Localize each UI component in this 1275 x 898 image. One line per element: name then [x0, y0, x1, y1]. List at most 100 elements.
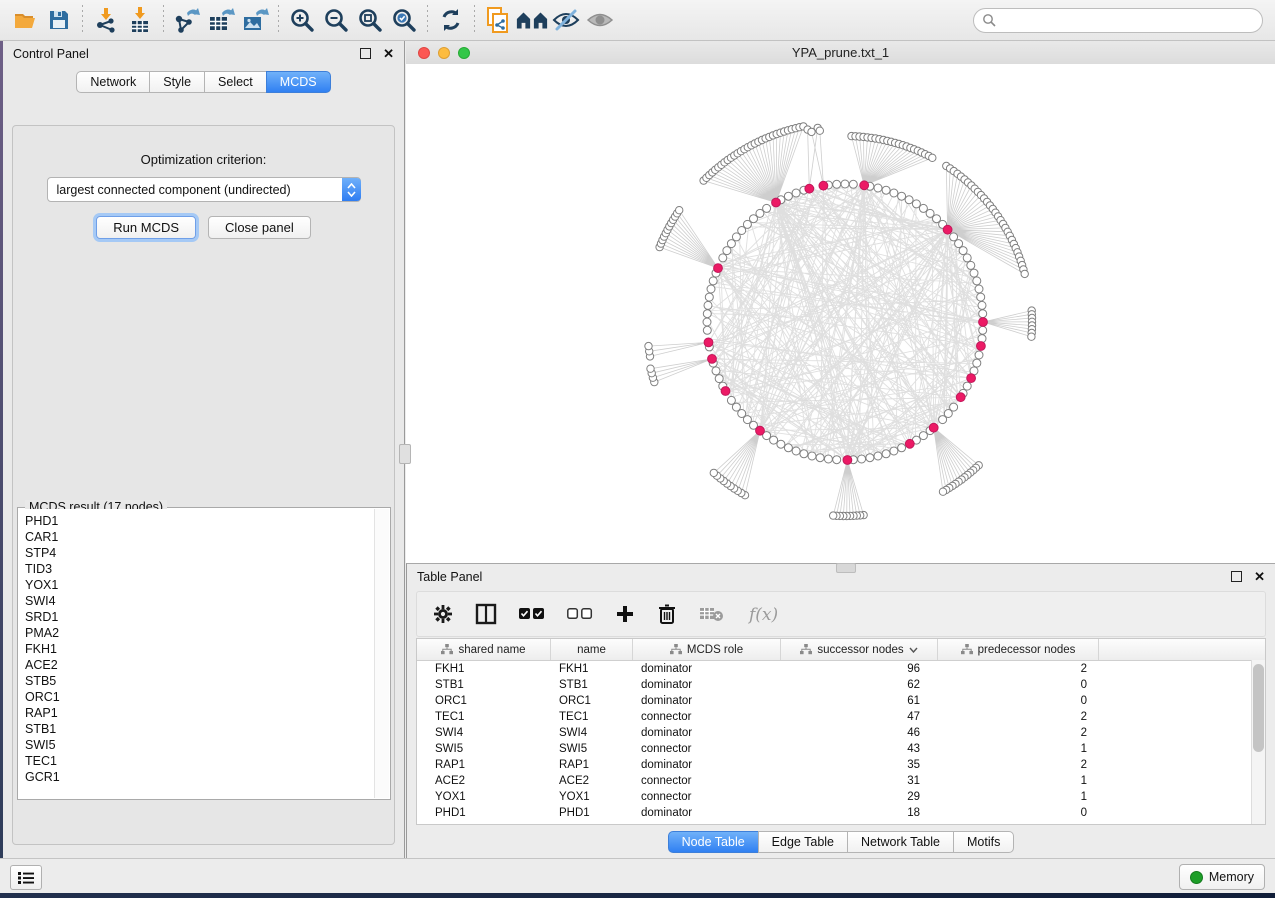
table-row[interactable]: ORC1ORC1dominator610 [417, 693, 1265, 709]
export-network-icon[interactable] [170, 4, 204, 36]
column-type-icon [441, 644, 453, 655]
zoom-in-icon[interactable] [285, 4, 319, 36]
mcds-result-item[interactable]: ORC1 [25, 689, 375, 705]
float-panel-icon[interactable] [1231, 571, 1242, 582]
tab-select[interactable]: Select [204, 71, 267, 93]
search-input[interactable] [1002, 12, 1254, 28]
memory-label: Memory [1209, 870, 1254, 884]
close-panel-button[interactable]: Close panel [208, 216, 311, 239]
mcds-result-item[interactable]: TID3 [25, 561, 375, 577]
table-cell: PHD1 [551, 807, 633, 819]
table-row[interactable]: YOX1YOX1connector291 [417, 789, 1265, 805]
hide-selected-icon[interactable] [549, 4, 583, 36]
mcds-result-item[interactable]: PMA2 [25, 625, 375, 641]
open-file-icon[interactable] [8, 4, 42, 36]
tab-mcds[interactable]: MCDS [266, 71, 331, 93]
tab-style[interactable]: Style [149, 71, 205, 93]
column-header-MCDS-role[interactable]: MCDS role [633, 639, 781, 660]
table-cell: SWI5 [417, 743, 551, 755]
mcds-result-list[interactable]: PHD1CAR1STP4TID3YOX1SWI4SRD1PMA2FKH1ACE2… [19, 509, 375, 798]
table-cell: 1 [938, 775, 1099, 787]
tab-network[interactable]: Network [76, 71, 150, 93]
table-row[interactable]: PHD1PHD1dominator180 [417, 805, 1265, 821]
table-row[interactable]: ACE2ACE2connector311 [417, 773, 1265, 789]
save-session-icon[interactable] [42, 4, 76, 36]
mcds-result-item[interactable]: GCR1 [25, 769, 375, 785]
table-cell: SWI4 [417, 727, 551, 739]
delete-column-icon[interactable] [657, 603, 677, 625]
run-mcds-button[interactable]: Run MCDS [96, 216, 196, 239]
new-network-from-selection-icon[interactable] [481, 4, 515, 36]
mcds-result-item[interactable]: ACE2 [25, 657, 375, 673]
task-history-button[interactable] [10, 865, 42, 890]
column-header-shared-name[interactable]: shared name [417, 639, 551, 660]
zoom-fit-icon[interactable] [353, 4, 387, 36]
mcds-result-item[interactable]: PHD1 [25, 513, 375, 529]
mcds-result-item[interactable]: SWI4 [25, 593, 375, 609]
import-table-icon[interactable] [123, 4, 157, 36]
horizontal-splitter-handle[interactable] [836, 563, 856, 573]
tab-edge-table[interactable]: Edge Table [758, 831, 848, 853]
table-row[interactable]: SWI5SWI5connector431 [417, 741, 1265, 757]
table-row[interactable]: RAP1RAP1dominator352 [417, 757, 1265, 773]
mcds-result-item[interactable]: CAR1 [25, 529, 375, 545]
table-cell: 2 [938, 727, 1099, 739]
application-window: Control Panel ✕ NetworkStyleSelectMCDS O… [0, 0, 1275, 893]
table-row[interactable]: FKH1FKH1dominator962 [417, 661, 1265, 677]
table-cell: TEC1 [417, 711, 551, 723]
table-row[interactable]: STB1STB1dominator620 [417, 677, 1265, 693]
tab-motifs[interactable]: Motifs [953, 831, 1014, 853]
column-header-predecessor-nodes[interactable]: predecessor nodes [938, 639, 1099, 660]
tab-network-table[interactable]: Network Table [847, 831, 954, 853]
first-neighbors-icon[interactable] [515, 4, 549, 36]
table-row[interactable]: SWI4SWI4dominator462 [417, 725, 1265, 741]
table-row[interactable]: TEC1TEC1connector472 [417, 709, 1265, 725]
export-table-icon[interactable] [204, 4, 238, 36]
column-header-successor-nodes[interactable]: successor nodes [781, 639, 938, 660]
select-all-checkboxes-icon[interactable] [519, 607, 545, 621]
mcds-result-item[interactable]: SRD1 [25, 609, 375, 625]
refresh-layout-icon[interactable] [434, 4, 468, 36]
float-panel-icon[interactable] [360, 48, 371, 59]
mcds-result-item[interactable]: FKH1 [25, 641, 375, 657]
network-window-titlebar[interactable]: YPA_prune.txt_1 [406, 41, 1275, 65]
table-cell: ACE2 [417, 775, 551, 787]
table-scrollbar-thumb[interactable] [1253, 664, 1264, 752]
mcds-result-item[interactable]: RAP1 [25, 705, 375, 721]
table-cell: RAP1 [551, 759, 633, 771]
mcds-result-item[interactable]: STB1 [25, 721, 375, 737]
mcds-result-item[interactable]: STB5 [25, 673, 375, 689]
zoom-selected-icon[interactable] [387, 4, 421, 36]
network-canvas[interactable] [406, 64, 1275, 563]
settings-gear-icon[interactable] [433, 604, 453, 624]
network-view-window: YPA_prune.txt_1 [406, 41, 1275, 563]
mcds-result-item[interactable]: YOX1 [25, 577, 375, 593]
table-cell: TEC1 [551, 711, 633, 723]
table-cell: 0 [938, 695, 1099, 707]
delete-table-icon [699, 605, 725, 623]
memory-button[interactable]: Memory [1179, 864, 1265, 890]
split-view-icon[interactable] [475, 603, 497, 625]
zoom-out-icon[interactable] [319, 4, 353, 36]
mcds-result-scrollbar[interactable] [374, 509, 389, 798]
close-panel-icon[interactable]: ✕ [1254, 572, 1265, 581]
export-image-icon[interactable] [238, 4, 272, 36]
add-column-icon[interactable] [615, 604, 635, 624]
column-header-name[interactable]: name [551, 639, 633, 660]
criterion-dropdown[interactable]: largest connected component (undirected) [47, 177, 361, 202]
tab-node-table[interactable]: Node Table [668, 831, 759, 853]
close-panel-icon[interactable]: ✕ [383, 49, 394, 58]
deselect-all-checkboxes-icon[interactable] [567, 607, 593, 621]
table-cell: 62 [781, 679, 938, 691]
mcds-result-item[interactable]: STP4 [25, 545, 375, 561]
vertical-splitter-handle[interactable] [399, 444, 411, 464]
mcds-result-item[interactable]: TEC1 [25, 753, 375, 769]
table-cell: dominator [633, 727, 781, 739]
network-graph[interactable] [406, 64, 1275, 563]
column-header-label: shared name [458, 644, 525, 656]
import-network-icon[interactable] [89, 4, 123, 36]
search-field[interactable] [973, 8, 1263, 33]
mcds-result-item[interactable]: SWI5 [25, 737, 375, 753]
table-scrollbar[interactable] [1251, 660, 1265, 824]
show-all-icon[interactable] [583, 4, 617, 36]
